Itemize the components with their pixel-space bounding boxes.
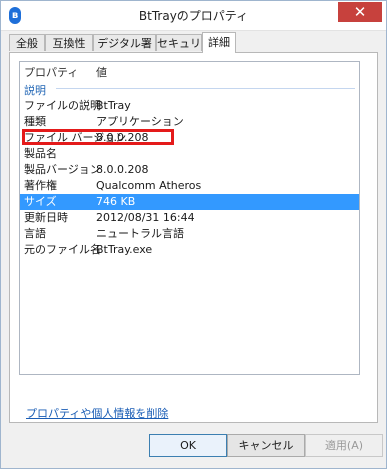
row-value: BtTray.exe [96,243,153,256]
row-type[interactable]: 種類 アプリケーション [20,114,359,130]
tab-general[interactable]: 全般 [9,34,45,51]
tab-compatibility[interactable]: 互換性 [45,34,93,51]
row-language[interactable]: 言語 ニュートラル言語 [20,226,359,242]
row-key: 言語 [24,227,46,240]
list-scroll-area [360,61,372,375]
tab-digital-signatures[interactable]: デジタル署名 [93,34,156,67]
row-copyright[interactable]: 著作権 Qualcomm Atheros [20,178,359,194]
details-list: プロパティ 値 説明 ファイルの説明 BtTray 種類 アプリケーション ファ… [19,61,360,375]
row-key: 製品名 [24,147,57,160]
row-value: 746 KB [96,195,136,208]
list-header: プロパティ 値 [20,62,359,80]
row-value: 2012/08/31 16:44 [96,211,195,224]
row-key: 著作権 [24,179,57,192]
row-key: 種類 [24,115,46,128]
group-description: 説明 [20,80,359,97]
details-panel: プロパティ 値 説明 ファイルの説明 BtTray 種類 アプリケーション ファ… [9,52,378,423]
row-value: BtTray [96,99,131,112]
close-button[interactable]: ✕ [338,2,382,22]
tab-security[interactable]: セキュリティ [156,34,202,67]
tab-details[interactable]: 詳細 [202,32,236,53]
file-version-highlight [22,129,174,145]
cancel-button[interactable]: キャンセル [227,434,305,457]
remove-properties-link[interactable]: プロパティや個人情報を削除 [26,405,168,421]
dialog-buttons: OK キャンセル 適用(A) [1,434,386,458]
row-key: 元のファイル名 [24,243,101,256]
row-key: 更新日時 [24,211,68,224]
group-divider [56,88,355,89]
apply-button[interactable]: 適用(A) [305,434,383,457]
ok-button[interactable]: OK [149,434,227,457]
window-title: BtTrayのプロパティ [138,9,249,23]
group-label: 説明 [24,84,46,97]
row-key: サイズ [24,195,57,208]
row-product-name[interactable]: 製品名 [20,146,359,162]
row-key: ファイルの説明 [24,99,101,112]
header-value[interactable]: 値 [96,64,107,80]
title-bar: ʙ BtTrayのプロパティ ✕ [1,1,386,31]
row-date-modified[interactable]: 更新日時 2012/08/31 16:44 [20,210,359,226]
row-value: 8.0.0.208 [96,163,149,176]
row-file-description[interactable]: ファイルの説明 BtTray [20,98,359,114]
properties-dialog: ʙ BtTrayのプロパティ ✕ 全般 互換性 デジタル署名 セキュリティ 詳細… [0,0,387,469]
row-product-version[interactable]: 製品バージョン 8.0.0.208 [20,162,359,178]
row-size[interactable]: サイズ 746 KB [20,194,359,210]
row-value: アプリケーション [96,115,184,128]
header-property[interactable]: プロパティ [24,64,78,80]
row-key: 製品バージョン [24,163,101,176]
row-value: Qualcomm Atheros [96,179,202,192]
row-original-filename[interactable]: 元のファイル名 BtTray.exe [20,242,359,258]
row-value: ニュートラル言語 [96,227,184,240]
